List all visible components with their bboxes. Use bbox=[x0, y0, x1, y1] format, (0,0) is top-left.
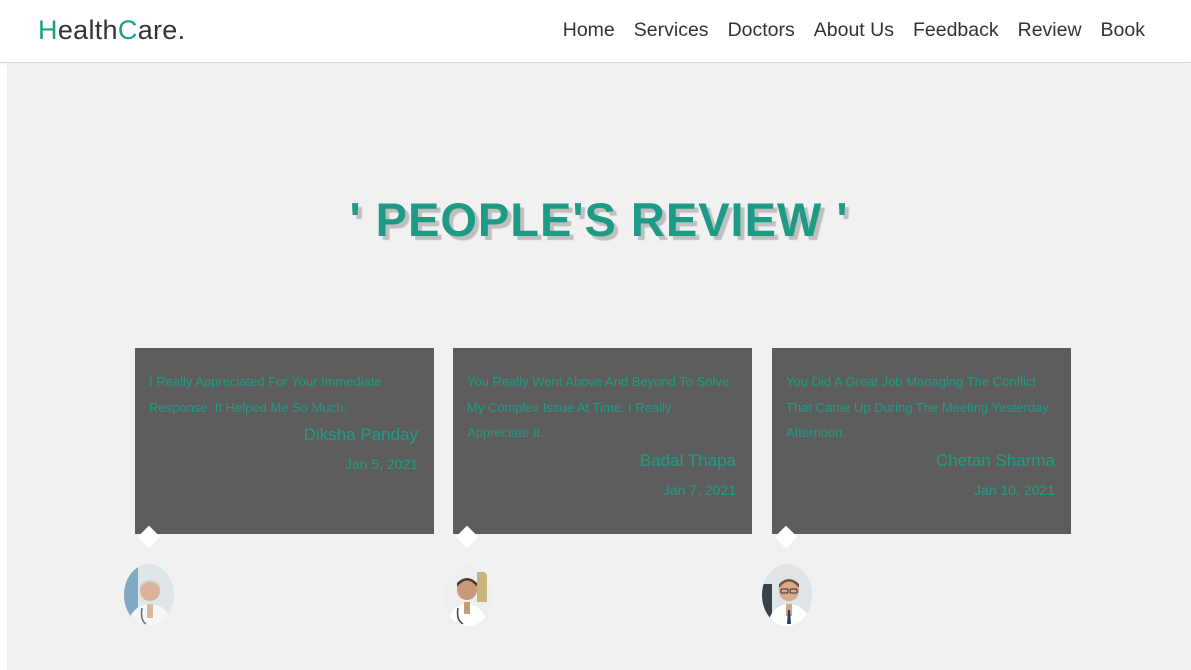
nav-book-link[interactable]: Book bbox=[1101, 19, 1145, 42]
logo-letter-c: C bbox=[117, 15, 138, 45]
reviewer-name: Badal Thapa bbox=[639, 450, 736, 470]
card-pointer bbox=[137, 525, 161, 549]
reviewer-name: Chetan Sharma bbox=[935, 450, 1055, 470]
review-date: Jan 5, 2021 bbox=[344, 456, 418, 472]
doctor-avatar-2-icon bbox=[443, 564, 493, 626]
review-card: You Really Went Above And Beyond To Solv… bbox=[453, 348, 752, 549]
nav-links: Home Services Doctors About Us Feedback … bbox=[563, 19, 1145, 42]
review-text: I Really Appreciated For Your Immediate … bbox=[149, 374, 382, 415]
doctor-avatar-icon bbox=[124, 564, 174, 626]
review-date: Jan 10, 2021 bbox=[974, 481, 1055, 498]
doctor-avatar-icon bbox=[443, 564, 493, 626]
nav-services-link[interactable]: Services bbox=[634, 19, 709, 42]
review-text: You Did A Great Job Managing The Conflic… bbox=[786, 374, 1049, 440]
logo-text-are: are. bbox=[137, 15, 186, 45]
navbar: HealthCare. Home Services Doctors About … bbox=[0, 0, 1191, 63]
review-section: ' PEOPLE'S REVIEW ' I Really Appreciated… bbox=[7, 64, 1191, 670]
section-heading: ' PEOPLE'S REVIEW ' bbox=[349, 193, 849, 246]
nav-doctors-link[interactable]: Doctors bbox=[728, 19, 795, 42]
reviewer-name: Diksha Panday bbox=[303, 425, 418, 444]
doctor-avatar-icon bbox=[762, 564, 812, 626]
nav-feedback-link[interactable]: Feedback bbox=[913, 19, 999, 42]
review-card: I Really Appreciated For Your Immediate … bbox=[135, 348, 434, 549]
review-date: Jan 7, 2021 bbox=[662, 481, 736, 498]
nav-review-link[interactable]: Review bbox=[1018, 19, 1082, 42]
nav-about-us-link[interactable]: About Us bbox=[814, 19, 894, 42]
logo[interactable]: HealthCare. bbox=[38, 15, 185, 46]
review-text: You Really Went Above And Beyond To Solv… bbox=[467, 374, 730, 440]
card-pointer bbox=[774, 525, 798, 549]
logo-letter-h: H bbox=[38, 15, 58, 45]
review-card: You Did A Great Job Managing The Conflic… bbox=[772, 348, 1071, 549]
card-pointer bbox=[455, 525, 479, 549]
doctor-avatar-3-icon bbox=[762, 564, 812, 626]
doctor-avatar-1-icon bbox=[124, 564, 174, 626]
logo-text-ealth: ealth bbox=[57, 15, 118, 45]
nav-home-link[interactable]: Home bbox=[563, 19, 615, 42]
